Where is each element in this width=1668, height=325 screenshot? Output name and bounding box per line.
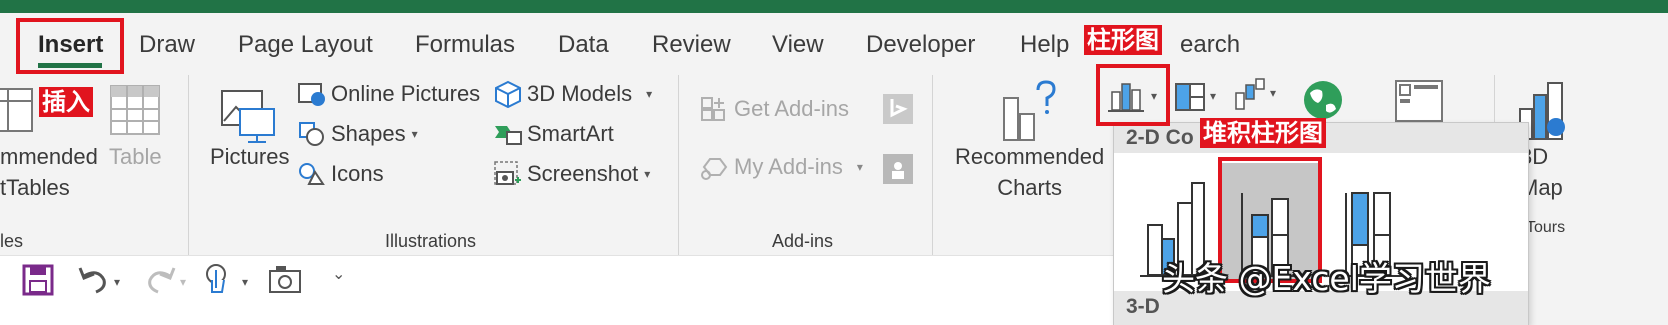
- 3d-models-label: 3D Models: [527, 81, 633, 106]
- insert-hierarchy-chart-icon[interactable]: ▾: [1172, 80, 1232, 114]
- smartart-icon: [495, 126, 522, 145]
- table-icon[interactable]: [108, 83, 162, 137]
- my-addins-button[interactable]: My Add-ins ▾: [700, 153, 863, 181]
- insert-annotation-tag: 插入: [39, 87, 93, 117]
- camera-icon[interactable]: [268, 264, 302, 294]
- addins-group-label: Add-ins: [772, 231, 834, 251]
- svg-text:▾: ▾: [180, 275, 186, 289]
- my-addins-icon: [701, 158, 728, 180]
- table-button-label[interactable]: Table: [109, 141, 162, 172]
- get-addins-label: Get Add-ins: [734, 96, 849, 121]
- undo-icon[interactable]: ▾: [76, 264, 126, 296]
- chevron-down-icon: ▾: [646, 87, 653, 101]
- recommended-charts-icon[interactable]: [1000, 80, 1062, 144]
- chevron-down-icon: ▾: [644, 167, 651, 181]
- save-icon[interactable]: [22, 264, 54, 296]
- 3d-models-button[interactable]: 3D Models ▾: [493, 80, 652, 108]
- chevron-down-icon: ▾: [856, 160, 863, 174]
- column-annotation-tag: 柱形图: [1084, 25, 1162, 55]
- group-separator: [932, 75, 933, 255]
- ribbon-tabs: Insert Draw Page Layout Formulas Data Re…: [0, 13, 1668, 75]
- column-chart-highlight-box: [1096, 64, 1170, 126]
- shapes-label: Shapes: [331, 121, 406, 146]
- tab-developer[interactable]: Developer: [866, 31, 975, 59]
- screenshot-button[interactable]: Screenshot ▾: [493, 160, 650, 188]
- get-addins-icon: [701, 97, 725, 121]
- smartart-label: SmartArt: [527, 121, 614, 146]
- svg-text:▾: ▾: [1270, 86, 1276, 100]
- group-separator: [678, 75, 679, 255]
- pivot-chart-icon[interactable]: [1392, 77, 1448, 125]
- bing-maps-icon[interactable]: [882, 93, 914, 125]
- get-addins-button[interactable]: Get Add-ins: [700, 95, 849, 123]
- tab-formulas[interactable]: Formulas: [415, 31, 515, 59]
- title-bar: [0, 0, 1668, 13]
- stacked-column-annotation-tag: 堆积柱形图: [1200, 118, 1326, 148]
- online-pictures-label: Online Pictures: [331, 81, 481, 106]
- insert-waterfall-chart-icon[interactable]: ▾: [1232, 75, 1290, 115]
- recommended-pivottables-label-1: mmended: [0, 144, 98, 169]
- pictures-button-label[interactable]: Pictures: [210, 141, 289, 172]
- chevron-down-icon: ▾: [411, 127, 418, 141]
- search-box-text[interactable]: earch: [1180, 31, 1240, 59]
- recommended-charts-button[interactable]: Recommended Charts: [955, 141, 1104, 203]
- shapes-button[interactable]: Shapes ▾: [297, 120, 418, 148]
- tab-page-layout[interactable]: Page Layout: [238, 31, 373, 59]
- recommended-charts-label-2: Charts: [997, 175, 1062, 200]
- svg-text:▾: ▾: [1210, 89, 1216, 103]
- icons-label: Icons: [331, 161, 384, 186]
- tab-review[interactable]: Review: [652, 31, 731, 59]
- screenshot-label: Screenshot: [527, 161, 639, 186]
- pivot-table-icon: [0, 88, 33, 132]
- screenshot-icon: [494, 161, 521, 185]
- tab-view[interactable]: View: [772, 31, 824, 59]
- recommended-pivottables-label-2: tTables: [0, 175, 70, 200]
- pictures-icon[interactable]: [218, 85, 278, 145]
- svg-text:▾: ▾: [114, 275, 120, 289]
- tab-help[interactable]: Help: [1020, 31, 1069, 59]
- customize-qat-icon[interactable]: ⌄: [332, 264, 345, 284]
- group-separator: [188, 75, 189, 255]
- my-addins-label: My Add-ins: [734, 154, 843, 179]
- quick-access-toolbar: ▾ ▾ ▾ ⌄: [0, 255, 1190, 325]
- icons-button[interactable]: Icons: [297, 160, 384, 188]
- recommended-charts-label-1: Recommended: [955, 144, 1105, 169]
- smartart-button[interactable]: SmartArt: [493, 120, 614, 148]
- icons-icon: [299, 163, 325, 185]
- maps-chart-icon[interactable]: [1302, 79, 1344, 121]
- svg-text:▾: ▾: [242, 275, 248, 289]
- shapes-icon: [299, 122, 324, 146]
- tours-group-label: Tours: [1526, 219, 1566, 236]
- watermark: 头条 @Excel学习世界: [1162, 259, 1491, 298]
- recommended-pivottables-button[interactable]: mmended tTables: [0, 141, 98, 203]
- cube-icon: [495, 80, 521, 108]
- redo-icon[interactable]: ▾: [142, 264, 192, 296]
- tables-group-label: les: [0, 231, 24, 251]
- online-pictures-button[interactable]: Online Pictures: [297, 80, 480, 108]
- online-pictures-icon: [298, 83, 325, 106]
- insert-highlight-box: [16, 18, 124, 74]
- people-graph-icon[interactable]: [882, 153, 914, 185]
- illustrations-group-label: Illustrations: [385, 231, 477, 251]
- tab-data[interactable]: Data: [558, 31, 609, 59]
- tab-draw[interactable]: Draw: [139, 31, 195, 59]
- touch-mode-icon[interactable]: ▾: [202, 262, 254, 298]
